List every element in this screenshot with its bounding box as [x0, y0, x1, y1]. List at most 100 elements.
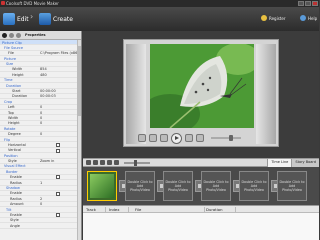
previous-frame-icon[interactable]	[149, 134, 157, 142]
property-checkbox[interactable]	[56, 175, 60, 180]
storyboard-track: Double Click to Add Photo/Video Double Cl…	[83, 167, 319, 205]
window-title: Coolsoft DVD Movie Maker	[6, 1, 59, 6]
rewind-icon[interactable]	[160, 134, 168, 142]
storyboard-clip-selected[interactable]	[87, 171, 117, 201]
window-controls	[298, 1, 318, 6]
play-button[interactable]	[171, 132, 182, 144]
property-label: Degree	[8, 132, 21, 137]
property-checkbox[interactable]	[56, 143, 60, 148]
property-label: Horizontal	[8, 142, 26, 147]
zoom-slider[interactable]	[124, 159, 150, 166]
property-checkbox[interactable]	[56, 213, 60, 218]
stop-icon[interactable]	[138, 134, 146, 142]
close-button[interactable]	[312, 1, 318, 6]
property-label: Width	[8, 115, 19, 120]
property-label: Radius	[10, 196, 22, 201]
edit-button[interactable]: Edit	[3, 10, 29, 28]
property-label: Crop	[4, 99, 13, 104]
properties-panel: Properties Picture Clip File Source File C:…	[0, 31, 82, 240]
edit-label: Edit	[17, 15, 29, 23]
property-pages-icon[interactable]	[16, 32, 21, 38]
fast-forward-icon[interactable]	[185, 134, 193, 142]
audio-track-table: Track Index File Duration	[83, 205, 319, 240]
tab-time-line[interactable]: Time Line	[267, 159, 292, 167]
property-value[interactable]: 854	[40, 67, 47, 71]
property-row[interactable]: Angle	[0, 223, 81, 229]
property-value[interactable]: 0	[40, 121, 42, 125]
column-header-track[interactable]: Track	[86, 207, 106, 212]
property-label: File	[8, 51, 14, 56]
property-checkbox[interactable]	[56, 148, 60, 153]
property-value[interactable]: 00:00:00	[40, 89, 56, 93]
key-icon	[261, 15, 267, 21]
stage-left-wall	[126, 44, 146, 144]
property-label: Height	[8, 121, 20, 126]
stage-right-wall	[256, 44, 276, 144]
property-value[interactable]: 1	[40, 181, 42, 185]
property-value[interactable]: 0	[40, 105, 42, 109]
property-label: Amount	[10, 202, 24, 207]
properties-scrollbar[interactable]	[77, 40, 81, 240]
clip-frame	[87, 171, 117, 201]
timeline-toolbar: Time Line Story Board	[83, 158, 319, 167]
create-button[interactable]: Create	[39, 10, 73, 28]
alphabetical-icon[interactable]	[9, 32, 14, 38]
help-button[interactable]: Help	[300, 15, 317, 21]
delete-icon[interactable]	[93, 160, 98, 165]
property-value[interactable]: 0	[40, 132, 42, 136]
property-label: Vertical	[8, 148, 22, 153]
properties-tab[interactable]: Properties	[25, 33, 46, 37]
arrow-right-icon: ›	[30, 12, 34, 21]
clip-frame: Double Click to Add Photo/Video	[277, 171, 307, 201]
property-value[interactable]: 0	[40, 111, 42, 115]
preview-area	[83, 31, 319, 158]
minimize-button[interactable]	[298, 1, 304, 6]
storyboard-clip-empty[interactable]: Double Click to Add Photo/Video	[201, 171, 231, 201]
property-checkbox[interactable]	[56, 191, 60, 196]
register-button[interactable]: Register	[261, 15, 285, 21]
audio-table-header: Track Index File Duration	[83, 206, 319, 213]
column-header-file[interactable]: File	[135, 207, 205, 212]
property-value[interactable]: C:\Program Files (x86)	[40, 51, 79, 55]
tab-story-board[interactable]: Story Board	[291, 159, 319, 167]
property-label: Duration	[6, 83, 22, 88]
maximize-button[interactable]	[305, 1, 311, 6]
create-label: Create	[53, 15, 73, 23]
categorized-icon[interactable]	[2, 32, 7, 38]
scrollbar-thumb[interactable]	[78, 46, 81, 116]
timeline-tabs: Time Line Story Board	[267, 159, 319, 167]
property-label: Rotate	[4, 126, 16, 131]
storyboard-clip-empty[interactable]: Double Click to Add Photo/Video	[125, 171, 155, 201]
property-label: Tilt	[6, 207, 12, 212]
volume-slider-knob[interactable]	[229, 135, 233, 141]
zoom-out-icon[interactable]	[107, 160, 112, 165]
clip-frame: Double Click to Add Photo/Video	[201, 171, 231, 201]
volume-slider[interactable]	[211, 135, 241, 141]
storyboard-clip-empty[interactable]: Double Click to Add Photo/Video	[239, 171, 269, 201]
property-value[interactable]: 480	[40, 73, 47, 77]
video-preview	[150, 44, 254, 128]
property-value[interactable]: 0	[40, 202, 42, 206]
storyboard-clip-empty[interactable]: Double Click to Add Photo/Video	[277, 171, 307, 201]
main-toolbar: Edit › Create Register Help	[0, 7, 319, 31]
fit-icon[interactable]	[114, 160, 119, 165]
property-value[interactable]: 0	[40, 116, 42, 120]
property-label: Angle	[10, 223, 20, 228]
property-label: Enable	[10, 191, 22, 196]
zoom-slider-knob[interactable]	[134, 159, 137, 166]
property-value[interactable]: Zoom in	[40, 159, 54, 163]
cut-icon[interactable]	[86, 160, 91, 165]
property-label: Time	[4, 78, 13, 83]
volume-icon[interactable]	[196, 134, 204, 142]
property-value[interactable]: 00:00:03	[40, 94, 56, 98]
property-label: Enable	[10, 175, 22, 180]
property-grid: Picture Clip File Source File C:\Program Fi…	[0, 40, 81, 229]
zoom-in-icon[interactable]	[100, 160, 105, 165]
property-label: Width	[12, 67, 23, 72]
property-value[interactable]: 2	[40, 197, 42, 201]
storyboard-clip-empty[interactable]: Double Click to Add Photo/Video	[163, 171, 193, 201]
property-label: Shadow	[6, 186, 20, 191]
app-icon	[1, 1, 5, 5]
column-header-duration[interactable]: Duration	[206, 207, 236, 212]
column-header-index[interactable]: Index	[109, 207, 129, 212]
